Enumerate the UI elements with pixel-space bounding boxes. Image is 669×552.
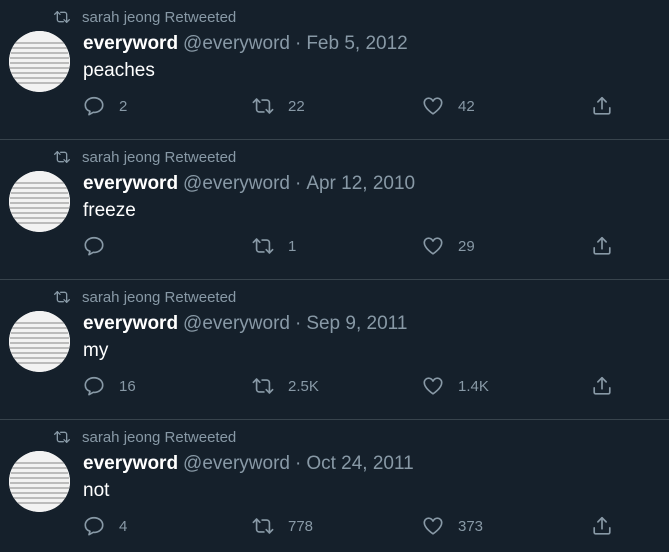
tweet-text: freeze — [83, 200, 136, 221]
retweeted-by-row[interactable]: sarah jeong Retweeted — [54, 288, 236, 306]
avatar[interactable] — [9, 451, 70, 512]
retweeted-by-label: sarah jeong Retweeted — [82, 148, 237, 166]
reply-count: 16 — [119, 377, 136, 395]
like-button[interactable]: 373 — [422, 506, 483, 546]
retweeted-by-row[interactable]: sarah jeong Retweeted — [54, 148, 236, 166]
tweet-text: not — [83, 480, 110, 501]
tweet-actions: 4 778 373 — [83, 506, 623, 546]
display-name[interactable]: everyword — [83, 173, 178, 195]
display-name[interactable]: everyword — [83, 453, 178, 475]
avatar[interactable] — [9, 31, 70, 92]
tweet-actions: 1 29 — [83, 226, 623, 266]
retweet-count: 2.5K — [288, 377, 319, 395]
retweet-icon — [54, 430, 70, 444]
tweet-header: everyword @everyword · Oct 24, 2011 — [83, 453, 414, 475]
share-button[interactable] — [591, 366, 613, 406]
tweet-text: peaches — [83, 60, 155, 81]
avatar[interactable] — [9, 311, 70, 372]
user-handle[interactable]: @everyword — [183, 33, 290, 55]
like-count: 42 — [458, 97, 475, 115]
reply-count: 4 — [119, 517, 128, 535]
separator-dot: · — [294, 33, 302, 54]
avatar[interactable] — [9, 171, 70, 232]
reply-icon — [83, 95, 105, 117]
retweet-button[interactable]: 22 — [252, 86, 305, 126]
share-icon — [591, 375, 613, 397]
tweet[interactable]: sarah jeong Retweeted everyword @everywo… — [0, 0, 669, 140]
reply-icon — [83, 235, 105, 257]
tweet-date[interactable]: Sep 9, 2011 — [306, 313, 407, 335]
tweet-actions: 16 2.5K 1.4K — [83, 366, 623, 406]
reply-icon — [83, 515, 105, 537]
retweeted-by-label: sarah jeong Retweeted — [82, 8, 237, 26]
tweet-date[interactable]: Oct 24, 2011 — [306, 453, 413, 475]
share-icon — [591, 515, 613, 537]
display-name[interactable]: everyword — [83, 313, 178, 335]
retweet-button[interactable]: 2.5K — [252, 366, 319, 406]
display-name[interactable]: everyword — [83, 33, 178, 55]
like-button[interactable]: 29 — [422, 226, 475, 266]
retweet-icon — [54, 290, 70, 304]
retweet-icon — [54, 150, 70, 164]
like-count: 373 — [458, 517, 484, 535]
share-icon — [591, 235, 613, 257]
heart-icon — [422, 235, 444, 257]
separator-dot: · — [294, 313, 302, 334]
share-button[interactable] — [591, 506, 613, 546]
retweeted-by-row[interactable]: sarah jeong Retweeted — [54, 8, 236, 26]
tweet-text: my — [83, 340, 109, 361]
tweet[interactable]: sarah jeong Retweeted everyword @everywo… — [0, 420, 669, 552]
reply-button[interactable]: 2 — [83, 86, 127, 126]
reply-button[interactable] — [83, 226, 119, 266]
retweeted-by-label: sarah jeong Retweeted — [82, 288, 237, 306]
share-icon — [591, 95, 613, 117]
tweet-date[interactable]: Feb 5, 2012 — [306, 33, 407, 55]
separator-dot: · — [294, 453, 302, 474]
retweeted-by-label: sarah jeong Retweeted — [82, 428, 237, 446]
like-count: 29 — [458, 237, 475, 255]
retweet-icon — [252, 375, 274, 397]
reply-icon — [83, 375, 105, 397]
retweet-button[interactable]: 778 — [252, 506, 313, 546]
retweet-icon — [252, 515, 274, 537]
retweet-count: 1 — [288, 237, 297, 255]
tweet-actions: 2 22 42 — [83, 86, 623, 126]
user-handle[interactable]: @everyword — [183, 173, 290, 195]
tweet-header: everyword @everyword · Feb 5, 2012 — [83, 33, 408, 55]
reply-button[interactable]: 4 — [83, 506, 127, 546]
like-button[interactable]: 1.4K — [422, 366, 489, 406]
retweet-button[interactable]: 1 — [252, 226, 296, 266]
retweeted-by-row[interactable]: sarah jeong Retweeted — [54, 428, 236, 446]
tweet-date[interactable]: Apr 12, 2010 — [306, 173, 415, 195]
reply-count: 2 — [119, 97, 128, 115]
retweet-icon — [252, 235, 274, 257]
share-button[interactable] — [591, 86, 613, 126]
heart-icon — [422, 95, 444, 117]
tweet[interactable]: sarah jeong Retweeted everyword @everywo… — [0, 140, 669, 280]
reply-button[interactable]: 16 — [83, 366, 136, 406]
heart-icon — [422, 515, 444, 537]
tweet-header: everyword @everyword · Apr 12, 2010 — [83, 173, 415, 195]
separator-dot: · — [294, 173, 302, 194]
retweet-count: 778 — [288, 517, 314, 535]
retweet-count: 22 — [288, 97, 305, 115]
share-button[interactable] — [591, 226, 613, 266]
retweet-icon — [252, 95, 274, 117]
tweet[interactable]: sarah jeong Retweeted everyword @everywo… — [0, 280, 669, 420]
like-count: 1.4K — [458, 377, 489, 395]
user-handle[interactable]: @everyword — [183, 313, 290, 335]
retweet-icon — [54, 10, 70, 24]
user-handle[interactable]: @everyword — [183, 453, 290, 475]
tweet-header: everyword @everyword · Sep 9, 2011 — [83, 313, 407, 335]
timeline: sarah jeong Retweeted everyword @everywo… — [0, 0, 669, 552]
like-button[interactable]: 42 — [422, 86, 475, 126]
heart-icon — [422, 375, 444, 397]
